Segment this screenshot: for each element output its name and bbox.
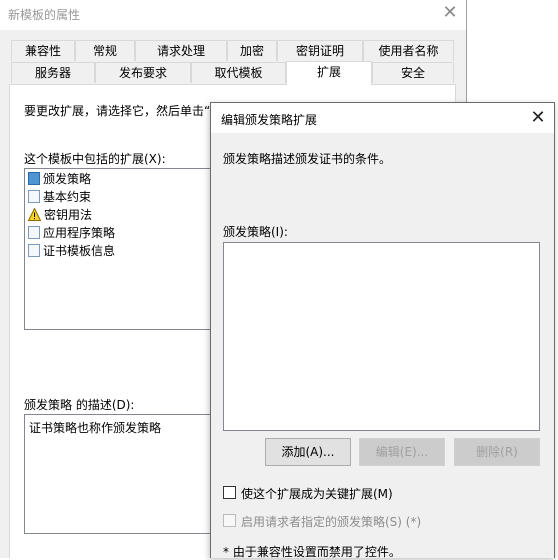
- edit-issuance-policies-dialog: 编辑颁发策略扩展 ✕ 颁发策略描述颁发证书的条件。 颁发策略(I): 添加(A)…: [210, 102, 555, 559]
- critical-extension-label: 使这个扩展成为关键扩展(M): [241, 487, 393, 501]
- dialog-titlebar: 编辑颁发策略扩展 ✕: [211, 103, 554, 133]
- warning-icon: [28, 208, 41, 221]
- description-label: 颁发策略 的描述(D):: [24, 398, 135, 412]
- policies-label: 颁发策略(I):: [223, 225, 288, 239]
- list-item[interactable]: 应用程序策略: [28, 225, 115, 242]
- extension-label: 颁发策略: [43, 172, 92, 186]
- document-icon: [28, 244, 40, 257]
- tab-subject-name[interactable]: 使用者名称: [363, 40, 454, 61]
- description-box: 证书策略也称作颁发策略: [24, 414, 224, 534]
- extension-label: 应用程序策略: [43, 226, 116, 240]
- tab-cryptography[interactable]: 加密: [227, 40, 277, 61]
- extension-label: 密钥用法: [44, 208, 93, 222]
- extensions-instruction: 要更改扩展，请选择它，然后单击“: [24, 104, 211, 118]
- edit-button[interactable]: 编辑(E)...: [359, 438, 445, 466]
- tab-request-handling[interactable]: 请求处理: [135, 40, 227, 61]
- tab-server[interactable]: 服务器: [11, 62, 95, 83]
- add-button[interactable]: 添加(A)...: [265, 438, 351, 466]
- list-item[interactable]: 基本约束: [28, 189, 91, 206]
- tab-key-attestation[interactable]: 密钥证明: [277, 40, 363, 61]
- policy-icon: [28, 172, 40, 185]
- dialog-description: 颁发策略描述颁发证书的条件。: [223, 152, 392, 166]
- tab-issuance-requirements[interactable]: 发布要求: [95, 62, 191, 83]
- list-item[interactable]: 颁发策略: [28, 171, 91, 188]
- dialog-title: 编辑颁发策略扩展: [221, 113, 318, 127]
- requester-policies-checkbox[interactable]: [223, 514, 236, 527]
- list-item[interactable]: 密钥用法: [28, 207, 92, 224]
- extension-label: 基本约束: [43, 190, 92, 204]
- window-titlebar: 新模板的属性 ✕: [0, 0, 466, 30]
- requester-policies-label: 启用请求者指定的颁发策略(S) (*): [241, 515, 422, 529]
- close-icon[interactable]: ✕: [528, 109, 548, 129]
- compatibility-footnote: * 由于兼容性设置而禁用了控件。: [223, 545, 401, 559]
- list-item[interactable]: 证书模板信息: [28, 243, 115, 260]
- tab-compatibility[interactable]: 兼容性: [11, 40, 75, 61]
- critical-extension-checkbox[interactable]: [223, 486, 236, 499]
- description-text: 证书策略也称作颁发策略: [29, 421, 162, 435]
- remove-button[interactable]: 删除(R): [454, 438, 540, 466]
- issuance-policies-list[interactable]: [223, 242, 540, 431]
- extensions-list[interactable]: 颁发策略 基本约束 密钥用法 应用程序策略 证书模板信息: [24, 168, 224, 330]
- close-icon[interactable]: ✕: [440, 4, 460, 24]
- tab-security[interactable]: 安全: [372, 62, 454, 83]
- document-icon: [28, 190, 40, 203]
- document-icon: [28, 226, 40, 239]
- tab-general[interactable]: 常规: [75, 40, 135, 61]
- tab-extensions[interactable]: 扩展: [286, 61, 372, 85]
- extensions-list-label: 这个模板中包括的扩展(X):: [24, 152, 166, 166]
- tab-superseded-templates[interactable]: 取代模板: [191, 62, 286, 83]
- extension-label: 证书模板信息: [43, 244, 116, 258]
- window-title: 新模板的属性: [8, 8, 81, 22]
